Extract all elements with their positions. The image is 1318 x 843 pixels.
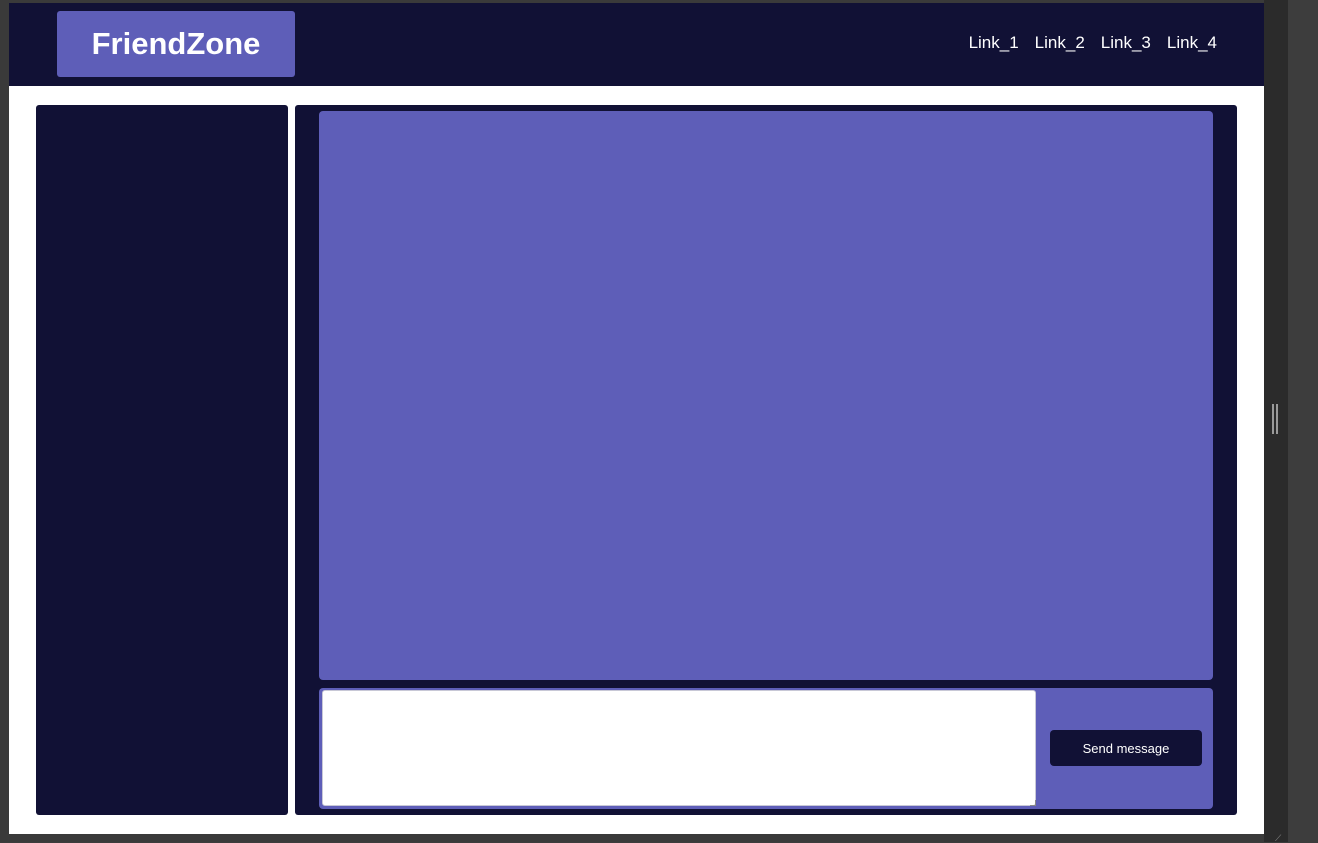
window-resize-corner[interactable]: ⟋ [1275,834,1283,843]
messages-area[interactable] [319,111,1213,680]
message-input[interactable] [322,690,1036,806]
side-panel-edge [1288,0,1318,842]
window-frame-bottom [0,834,1264,842]
friends-sidebar [36,105,288,815]
brand-logo[interactable]: FriendZone [57,11,295,77]
splitter-handle[interactable] [1272,404,1278,434]
window-frame-left [0,0,9,842]
nav-link-2[interactable]: Link_2 [1035,33,1085,53]
nav-link-1[interactable]: Link_1 [969,33,1019,53]
send-message-button[interactable]: Send message [1050,730,1202,766]
top-navbar: FriendZone Link_1 Link_2 Link_3 Link_4 [9,3,1264,86]
message-composer: Send message [319,688,1213,809]
page-viewport: FriendZone Link_1 Link_2 Link_3 Link_4 S… [9,3,1264,834]
chat-panel: Send message [295,105,1237,815]
nav-link-3[interactable]: Link_3 [1101,33,1151,53]
textarea-resize-grip[interactable] [1030,800,1036,806]
nav-links: Link_1 Link_2 Link_3 Link_4 [969,33,1217,53]
nav-link-4[interactable]: Link_4 [1167,33,1217,53]
